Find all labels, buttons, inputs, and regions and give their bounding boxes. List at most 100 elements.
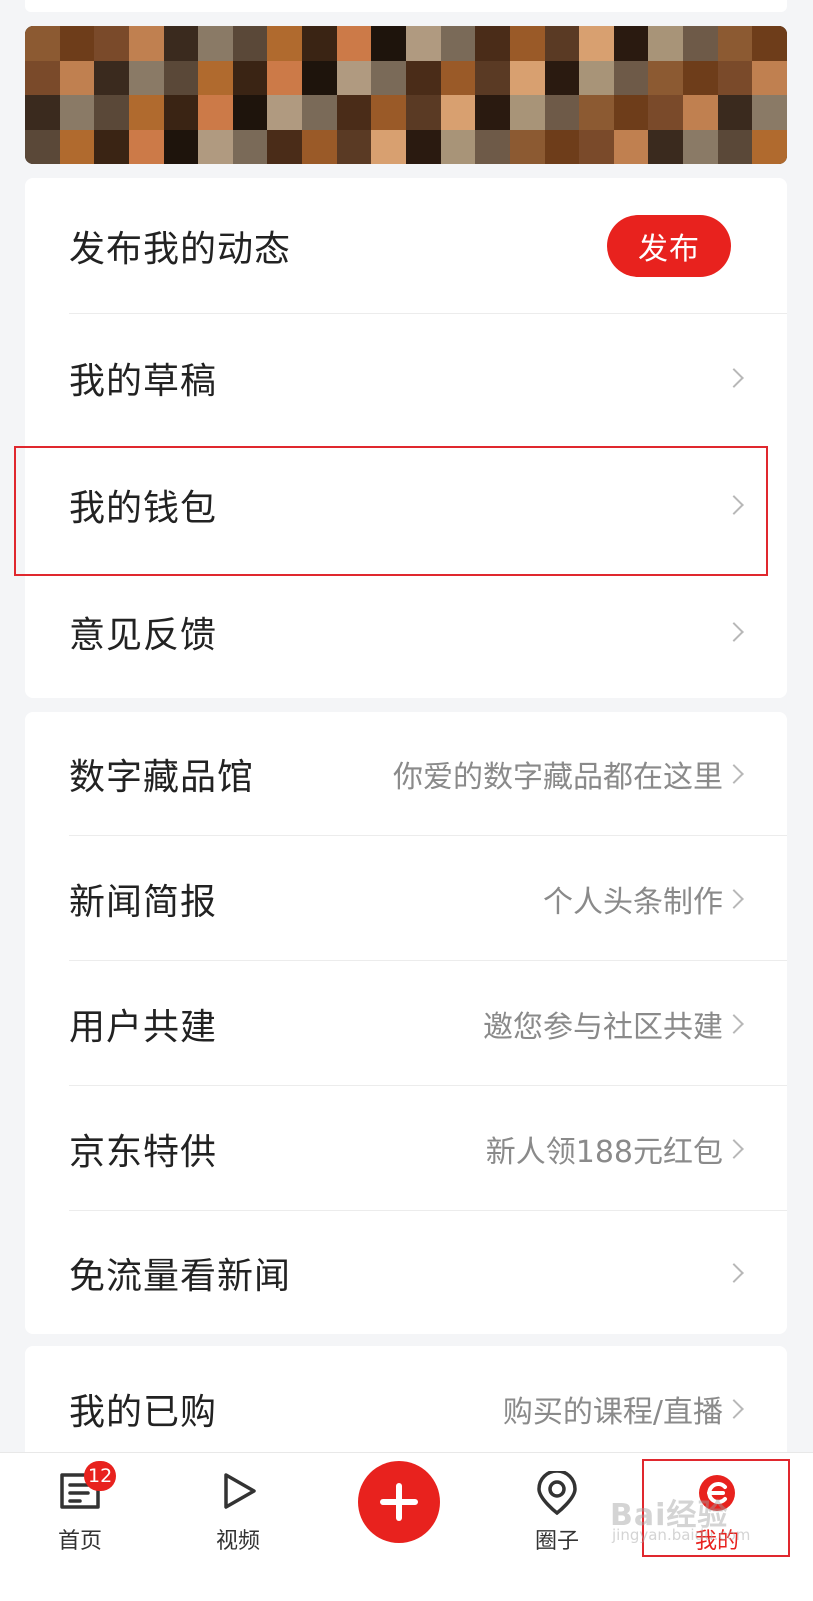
banner-pixel xyxy=(475,60,510,95)
watermark-url: jingyan.baidu.com xyxy=(612,1526,751,1544)
chevron-right-icon xyxy=(724,1013,744,1034)
banner-pixel xyxy=(198,95,233,130)
banner-pixel xyxy=(302,60,337,95)
menu-item-jd-offer[interactable]: 京东特供 新人领188元红包 xyxy=(25,1086,787,1211)
banner-pixel xyxy=(371,129,406,164)
banner-pixel xyxy=(752,26,787,61)
menu-item-free-data-news[interactable]: 免流量看新闻 xyxy=(25,1211,787,1334)
banner-pixel xyxy=(163,60,199,95)
banner-pixel xyxy=(371,26,406,61)
menu-item-co-build[interactable]: 用户共建 邀您参与社区共建 xyxy=(25,961,787,1086)
banner-pixel xyxy=(59,60,95,95)
banner-pixel xyxy=(371,60,406,95)
banner-pixel xyxy=(232,60,268,95)
banner-pixel xyxy=(509,26,545,61)
chevron-right-icon xyxy=(724,367,744,388)
menu-item-hint: 新人领188元红包 xyxy=(485,1134,723,1170)
banner-pixel xyxy=(406,95,441,130)
banner-image[interactable] xyxy=(25,26,787,164)
banner-pixel xyxy=(406,129,441,164)
banner-pixel xyxy=(336,95,372,130)
tab-label: 首页 xyxy=(57,1529,102,1554)
banner-pixel xyxy=(128,95,164,130)
banner-pixel xyxy=(198,60,233,95)
chevron-right-icon xyxy=(724,888,744,909)
banner-pixel xyxy=(648,129,684,164)
tab-home[interactable]: 12 首页 xyxy=(20,1453,140,1601)
tab-label: 视频 xyxy=(215,1529,260,1554)
publish-title: 发布我的动态 xyxy=(69,229,292,270)
menu-card-1: 发布我的动态 发布 我的草稿 我的钱包 意见反馈 xyxy=(25,178,787,698)
banner-pixel xyxy=(267,129,303,164)
banner-pixel xyxy=(683,60,718,95)
banner-pixel xyxy=(509,60,545,95)
banner-pixel xyxy=(613,60,649,95)
banner-pixel xyxy=(232,129,268,164)
banner-pixel xyxy=(302,95,337,130)
previous-card-edge xyxy=(25,0,787,12)
banner-pixel xyxy=(163,95,199,130)
banner-pixel xyxy=(683,129,718,164)
menu-item-label: 我的草稿 xyxy=(69,360,218,402)
banner-pixel xyxy=(336,60,372,95)
banner-pixel xyxy=(94,129,129,164)
publish-row[interactable]: 发布我的动态 发布 xyxy=(25,178,787,314)
banner-pixel xyxy=(544,129,580,164)
chevron-right-icon xyxy=(724,1399,744,1419)
banner-pixel xyxy=(683,95,718,130)
banner-pixel xyxy=(475,26,510,61)
banner-pixel xyxy=(25,60,60,95)
banner-pixel xyxy=(440,60,476,95)
menu-item-feedback[interactable]: 意见反馈 xyxy=(25,568,787,695)
chevron-right-icon xyxy=(724,764,744,784)
create-plus-button[interactable] xyxy=(358,1461,440,1543)
banner-pixel xyxy=(440,129,476,164)
menu-item-label: 用户共建 xyxy=(69,1006,218,1048)
banner-pixel xyxy=(579,95,614,130)
banner-pixel xyxy=(232,95,268,130)
banner-pixel xyxy=(613,26,649,61)
banner-pixel xyxy=(128,26,164,61)
banner-pixel xyxy=(128,129,164,164)
banner-pixel xyxy=(579,129,614,164)
menu-item-wallet[interactable]: 我的钱包 xyxy=(25,441,787,568)
menu-item-label: 我的钱包 xyxy=(69,487,218,529)
menu-item-news-brief[interactable]: 新闻简报 个人头条制作 xyxy=(25,836,787,961)
chevron-right-icon xyxy=(724,621,744,642)
banner-pixel xyxy=(752,60,787,95)
banner-pixel xyxy=(25,95,60,130)
banner-pixel xyxy=(94,60,129,95)
menu-item-digital-collectibles[interactable]: 数字藏品馆 你爱的数字藏品都在这里 xyxy=(25,712,787,836)
banner-pixel xyxy=(163,26,199,61)
banner-pixel xyxy=(440,95,476,130)
banner-pixel xyxy=(613,129,649,164)
banner-pixel xyxy=(752,129,787,164)
menu-item-label: 意见反馈 xyxy=(69,614,218,656)
banner-pixel xyxy=(475,129,510,164)
menu-item-hint: 个人头条制作 xyxy=(543,884,723,920)
chevron-right-icon xyxy=(724,1262,744,1283)
menu-item-hint: 邀您参与社区共建 xyxy=(483,1009,723,1045)
menu-item-drafts[interactable]: 我的草稿 xyxy=(25,314,787,441)
banner-pixel xyxy=(440,26,476,61)
banner-pixel xyxy=(163,129,199,164)
banner-pixel xyxy=(198,26,233,61)
chevron-right-icon xyxy=(724,494,744,515)
tab-video[interactable]: 视频 xyxy=(178,1453,298,1601)
publish-button[interactable]: 发布 xyxy=(607,215,731,277)
banner-pixel xyxy=(94,26,129,61)
banner-pixel xyxy=(302,26,337,61)
banner-pixel xyxy=(648,60,684,95)
play-icon xyxy=(224,1473,256,1509)
banner-pixel xyxy=(336,26,372,61)
banner-pixel xyxy=(648,95,684,130)
tab-circle[interactable]: 圈子 xyxy=(497,1453,617,1601)
banner-pixel xyxy=(752,95,787,130)
menu-item-label: 免流量看新闻 xyxy=(69,1255,292,1297)
menu-item-hint: 你爱的数字藏品都在这里 xyxy=(393,760,723,795)
banner-pixel xyxy=(648,26,684,61)
banner-pixel xyxy=(544,95,580,130)
chevron-right-icon xyxy=(724,1138,744,1159)
banner-pixel xyxy=(406,26,441,61)
tab-label: 圈子 xyxy=(534,1529,579,1554)
